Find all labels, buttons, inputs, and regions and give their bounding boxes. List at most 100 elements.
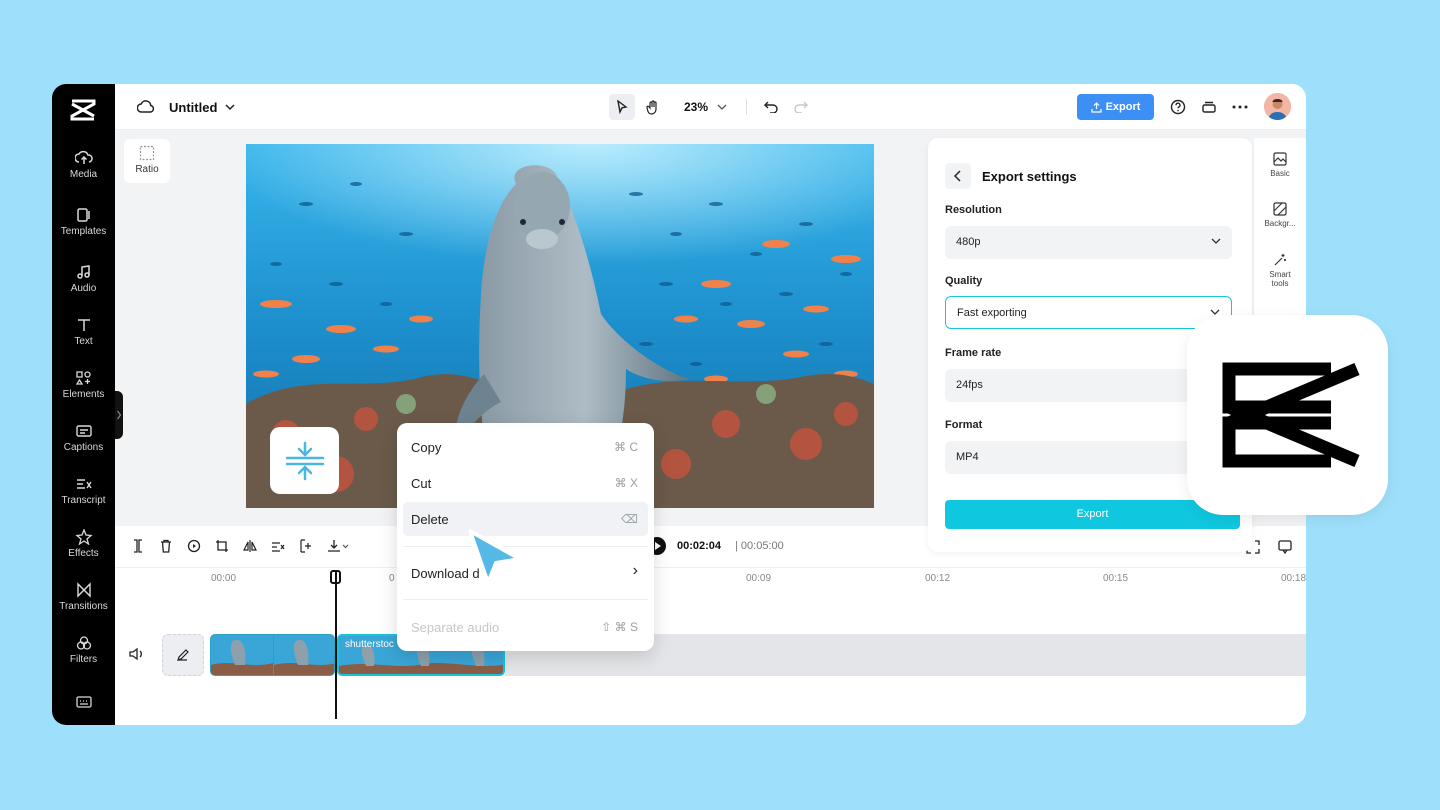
zoom-chevron-down-icon[interactable] [716, 101, 728, 113]
ratio-button[interactable]: Ratio [124, 139, 170, 183]
keyboard-icon [75, 696, 92, 708]
ruler-tick: 00:00 [211, 573, 237, 584]
chevron-right-icon [117, 410, 122, 420]
backspace-icon: ⌫ [621, 512, 638, 526]
compress-arrows-icon [285, 441, 324, 480]
sidebar-item-effects[interactable]: Effects [52, 529, 115, 559]
stack-icon[interactable] [1200, 98, 1218, 116]
rail-item-label: Smart tools [1269, 270, 1291, 288]
sidebar-item-filters[interactable]: Filters [52, 635, 115, 665]
aspect-ratio-icon [139, 145, 155, 161]
background-icon [1273, 202, 1287, 216]
chevron-down-icon[interactable] [223, 100, 237, 114]
menu-divider [403, 599, 648, 600]
trash-icon[interactable] [159, 539, 173, 553]
ruler-tick: 00:09 [746, 573, 772, 584]
more-menu-icon[interactable] [1231, 98, 1249, 116]
menu-item-copy[interactable]: Copy ⌘ C [403, 430, 648, 464]
video-clip[interactable] [210, 634, 335, 676]
sidebar-item-label: Media [69, 169, 98, 180]
download-dropdown-icon[interactable] [327, 539, 349, 553]
menu-item-label: Copy [411, 440, 442, 455]
rail-item-label: Basic [1270, 169, 1290, 178]
music-note-icon [76, 265, 90, 279]
compress-video-card[interactable] [270, 427, 339, 494]
magic-wand-icon [1274, 254, 1286, 266]
timeline-tools [131, 539, 349, 553]
resolution-label: Resolution [945, 204, 1002, 216]
playhead[interactable] [335, 571, 337, 719]
templates-icon [76, 208, 90, 222]
rail-item-label: Backgr... [1264, 219, 1296, 228]
crop-icon[interactable] [215, 539, 229, 553]
export-button-top[interactable]: Export [1077, 94, 1154, 120]
track-volume-icon[interactable] [129, 647, 145, 666]
chevron-left-icon [954, 170, 961, 182]
menu-item-label: Delete [411, 512, 449, 527]
sidebar-item-templates[interactable]: Templates [52, 207, 115, 237]
help-icon[interactable] [1169, 98, 1187, 116]
menu-item-label: Separate audio [411, 620, 500, 635]
redo-icon[interactable] [792, 98, 810, 116]
menu-item-cut[interactable]: Cut ⌘ X [403, 466, 648, 500]
sidebar-collapse-handle[interactable] [115, 391, 123, 439]
track-edit-button[interactable] [162, 634, 204, 676]
reverse-play-icon[interactable] [187, 539, 201, 553]
shortcut-label: ⌘ C [614, 440, 638, 454]
sidebar-item-label: Elements [62, 389, 105, 400]
transitions-icon [76, 582, 91, 598]
cloud-sync-icon[interactable] [137, 98, 155, 116]
sidebar-item-label: Transitions [59, 601, 108, 612]
undo-icon[interactable] [762, 98, 780, 116]
sidebar-item-label: Captions [63, 442, 104, 453]
flip-icon[interactable] [243, 539, 257, 553]
clip-thumbnails [211, 635, 334, 675]
sidebar-item-keyboard[interactable] [52, 696, 115, 711]
zoom-level[interactable]: 23% [684, 100, 708, 114]
framerate-label: Frame rate [945, 347, 1002, 359]
rail-item-smart-tools[interactable]: Smart tools [1254, 253, 1306, 288]
avatar[interactable] [1264, 93, 1291, 120]
transcript-icon [76, 479, 92, 489]
export-button-label: Export [1105, 101, 1141, 113]
sidebar-item-transcript[interactable]: Transcript [52, 476, 115, 506]
panel-title: Export settings [982, 169, 1077, 184]
menu-item-label: Cut [411, 476, 432, 491]
capcut-app-badge [1187, 315, 1388, 515]
framerate-value: 24fps [956, 379, 983, 391]
menu-item-separate-audio: Separate audio ⇧ ⌘ S [403, 610, 648, 644]
back-button[interactable] [945, 163, 971, 189]
capcut-logo-icon [70, 99, 96, 121]
current-time: 00:02:04 [677, 540, 722, 552]
ratio-label: Ratio [135, 164, 159, 175]
project-title[interactable]: Untitled [169, 100, 217, 115]
sidebar-item-transitions[interactable]: Transitions [52, 582, 115, 612]
ruler-tick: 00:15 [1103, 573, 1129, 584]
rail-item-background[interactable]: Backgr... [1254, 202, 1306, 228]
format-value: MP4 [956, 451, 979, 463]
split-icon[interactable] [131, 539, 145, 553]
capcut-logo-icon [1222, 362, 1360, 468]
rail-item-basic[interactable]: Basic [1254, 152, 1306, 178]
sidebar-item-media[interactable]: Media [52, 150, 115, 180]
toolbar-divider [746, 99, 747, 115]
sidebar-item-audio[interactable]: Audio [52, 264, 115, 294]
select-pointer-icon[interactable] [609, 94, 635, 120]
timeline-panel: 00:02:04 | 00:05:00 00:00 0 00:09 00:12 … [115, 526, 1306, 725]
feedback-icon[interactable] [1276, 538, 1294, 556]
chevron-down-icon [1211, 238, 1221, 244]
captions-icon [75, 425, 92, 437]
speed-icon[interactable] [271, 539, 285, 553]
hand-pan-icon[interactable] [640, 94, 666, 120]
clip-label: shutterstoc [345, 639, 394, 650]
top-bar: Untitled 23% Export [115, 84, 1306, 130]
sidebar-item-text[interactable]: Text [52, 317, 115, 347]
sidebar-item-elements[interactable]: Elements [52, 370, 115, 400]
sidebar-item-captions[interactable]: Captions [52, 423, 115, 453]
resolution-select[interactable]: 480p [945, 226, 1232, 259]
sidebar-item-label: Templates [60, 226, 107, 237]
timeline-ruler[interactable]: 00:00 0 00:09 00:12 00:15 00:18 [115, 568, 1306, 592]
chevron-right-icon: › [632, 562, 638, 579]
trim-icon[interactable] [299, 539, 313, 553]
sidebar-item-label: Transcript [61, 495, 106, 506]
